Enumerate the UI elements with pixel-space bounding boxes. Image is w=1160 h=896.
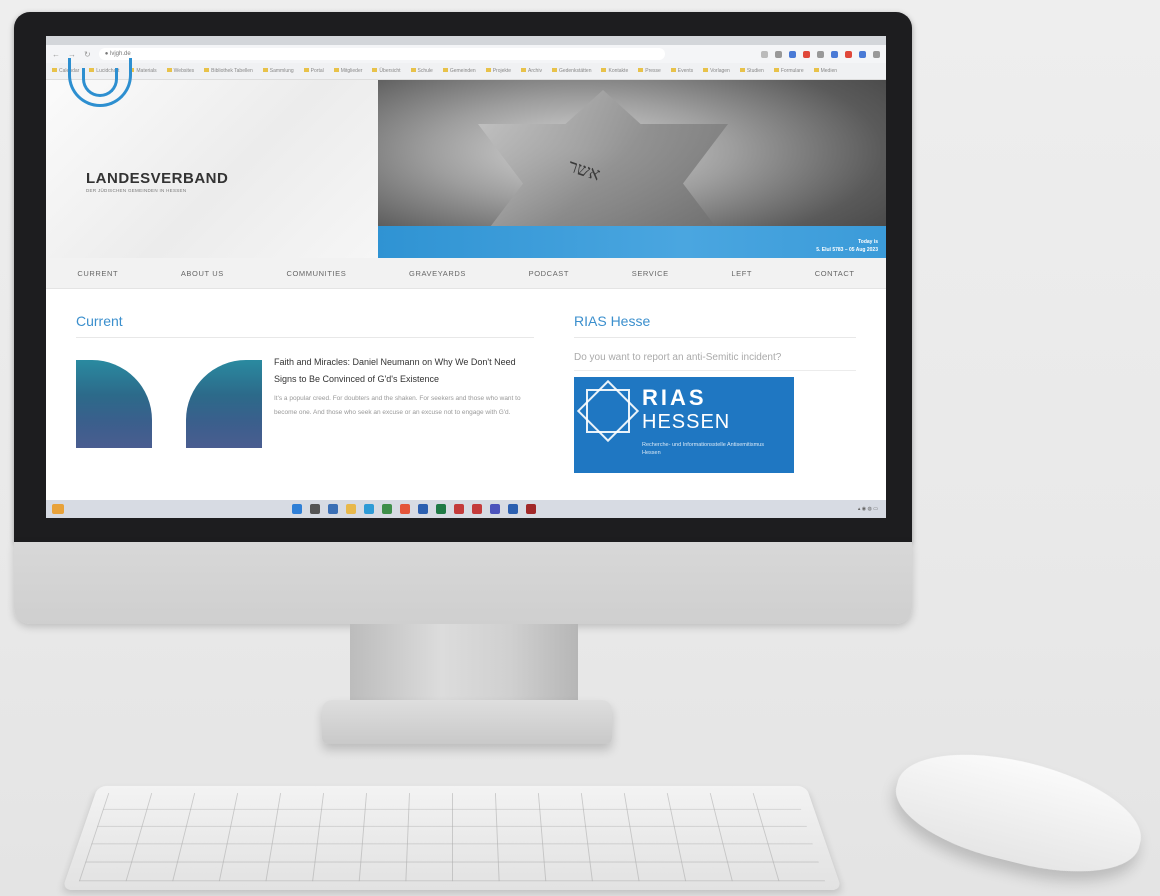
bookmark[interactable]: Projekte <box>486 68 511 74</box>
extension-icon[interactable] <box>859 50 866 58</box>
bookmark[interactable]: Gemeinden <box>443 68 476 74</box>
nav-current[interactable]: CURRENT <box>77 269 118 278</box>
bookmark[interactable]: Events <box>671 68 693 74</box>
mouse <box>885 733 1153 891</box>
bookmark[interactable]: Schule <box>411 68 433 74</box>
article-title[interactable]: Faith and Miracles: Daniel Neumann on Wh… <box>274 354 534 388</box>
rias-logo-sub: HESSEN <box>642 411 731 433</box>
store-icon[interactable] <box>382 504 392 514</box>
weather-icon[interactable] <box>52 504 64 514</box>
hero-date-value: 5. Elul 5783 – 05 Aug 2023 <box>816 247 878 253</box>
bookmark[interactable]: Portal <box>304 68 324 74</box>
keyboard-keys <box>78 793 826 882</box>
extension-icons <box>761 50 880 58</box>
wave-image-right <box>186 360 262 448</box>
start-icon[interactable] <box>292 504 302 514</box>
extension-icon[interactable] <box>845 50 852 58</box>
nav-contact[interactable]: CONTACT <box>815 269 855 278</box>
monitor-stand-foot <box>322 700 612 744</box>
bookmark[interactable]: Mitglieder <box>334 68 363 74</box>
bookmarks-bar: Calendar Lucidchart Materials Websites B… <box>46 63 886 80</box>
system-tray[interactable]: ▴ ◉ ◍ ▭ <box>858 506 878 512</box>
article-card[interactable]: Faith and Miracles: Daniel Neumann on Wh… <box>76 354 534 448</box>
word-icon[interactable] <box>418 504 428 514</box>
rias-square-icon <box>586 389 630 433</box>
main-nav: CURRENT ABOUT US COMMUNITIES GRAVEYARDS … <box>46 258 886 289</box>
edge-icon[interactable] <box>364 504 374 514</box>
logo-subtitle: DER JÜDISCHEN GEMEINDEN IN HESSEN <box>86 188 187 193</box>
extension-icon[interactable] <box>817 50 824 58</box>
nav-about-us[interactable]: ABOUT US <box>181 269 224 278</box>
url-field[interactable]: ● lvjgh.de <box>98 48 665 60</box>
monitor-chin <box>14 542 912 624</box>
bookmark[interactable]: Übersicht <box>372 68 400 74</box>
screen: ← → ↻ ● lvjgh.de Calendar Lucidchart Mat… <box>46 36 886 518</box>
bookmark[interactable]: Archiv <box>521 68 542 74</box>
nav-communities[interactable]: COMMUNITIES <box>286 269 346 278</box>
address-bar: ← → ↻ ● lvjgh.de <box>46 45 886 63</box>
excel-icon[interactable] <box>436 504 446 514</box>
site-logo[interactable]: LANDESVERBAND DER JÜDISCHEN GEMEINDEN IN… <box>46 58 378 258</box>
extension-icon[interactable] <box>789 50 796 58</box>
rias-logo-title: RIAS <box>642 385 707 410</box>
current-heading: Current <box>76 313 534 338</box>
hero-date-label: Today is <box>858 239 878 245</box>
article-excerpt: It's a popular creed. For doubters and t… <box>274 395 521 416</box>
report-question: Do you want to report an anti-Semitic in… <box>574 352 856 371</box>
nav-graveyards[interactable]: GRAVEYARDS <box>409 269 466 278</box>
bookmark[interactable]: Materials <box>129 68 156 74</box>
bookmark[interactable]: Sammlung <box>263 68 294 74</box>
task-view-icon[interactable] <box>328 504 338 514</box>
article-text: Faith and Miracles: Daniel Neumann on Wh… <box>274 354 534 448</box>
nav-left[interactable]: LEFT <box>731 269 752 278</box>
main-content: Current Faith and Miracles: Daniel Neuma… <box>46 289 886 473</box>
taskbar-apps <box>292 504 536 514</box>
star-icon[interactable] <box>761 50 768 58</box>
rias-heading: RIAS Hesse <box>574 313 856 338</box>
logo-name: LANDESVERBAND <box>86 170 229 187</box>
files-icon[interactable] <box>346 504 356 514</box>
pdf-icon[interactable] <box>454 504 464 514</box>
app-icon[interactable] <box>472 504 482 514</box>
menu-icon[interactable] <box>873 50 880 58</box>
hero-image: אשר Today is 5. Elul 5783 – 05 Aug 2023 <box>378 80 886 258</box>
extension-icon[interactable] <box>803 50 810 58</box>
current-section: Current Faith and Miracles: Daniel Neuma… <box>76 289 534 473</box>
bookmark[interactable]: Kontakte <box>601 68 628 74</box>
bookmark[interactable]: Presse <box>638 68 661 74</box>
nav-service[interactable]: SERVICE <box>632 269 669 278</box>
app-icon[interactable] <box>526 504 536 514</box>
bookmark[interactable]: Studien <box>740 68 764 74</box>
rias-logo-desc: Recherche- und Informationsstelle Antise… <box>642 442 764 456</box>
chrome-icon[interactable] <box>400 504 410 514</box>
search-icon[interactable] <box>310 504 320 514</box>
outlook-icon[interactable] <box>508 504 518 514</box>
monitor-stand <box>350 624 578 712</box>
bookmark[interactable]: Vorlagen <box>703 68 730 74</box>
keyboard <box>62 785 842 890</box>
teams-icon[interactable] <box>490 504 500 514</box>
wave-image-left <box>76 360 152 448</box>
bookmark[interactable]: Gedenkstätten <box>552 68 592 74</box>
bookmark[interactable]: Websites <box>167 68 194 74</box>
nav-podcast[interactable]: PODCAST <box>529 269 569 278</box>
back-icon[interactable]: ← <box>52 50 60 59</box>
bookmark[interactable]: Medien <box>814 68 837 74</box>
rias-banner[interactable]: RIAS HESSEN Recherche- und Informationss… <box>574 377 794 473</box>
extension-icon[interactable] <box>831 50 838 58</box>
bookmark[interactable]: Formulare <box>774 68 804 74</box>
taskbar: ▴ ◉ ◍ ▭ <box>46 500 886 518</box>
extension-icon[interactable] <box>775 50 782 58</box>
hero-date: Today is 5. Elul 5783 – 05 Aug 2023 <box>816 238 878 254</box>
rias-section: RIAS Hesse Do you want to report an anti… <box>574 289 856 473</box>
url-text: lvjgh.de <box>110 51 131 57</box>
hero-banner: Today is 5. Elul 5783 – 05 Aug 2023 <box>378 226 886 258</box>
tab-strip[interactable] <box>46 36 886 45</box>
bookmark[interactable]: Bibliothek Tabellen <box>204 68 253 74</box>
article-thumbnail[interactable] <box>76 354 262 448</box>
site-header: LANDESVERBAND DER JÜDISCHEN GEMEINDEN IN… <box>46 58 886 258</box>
